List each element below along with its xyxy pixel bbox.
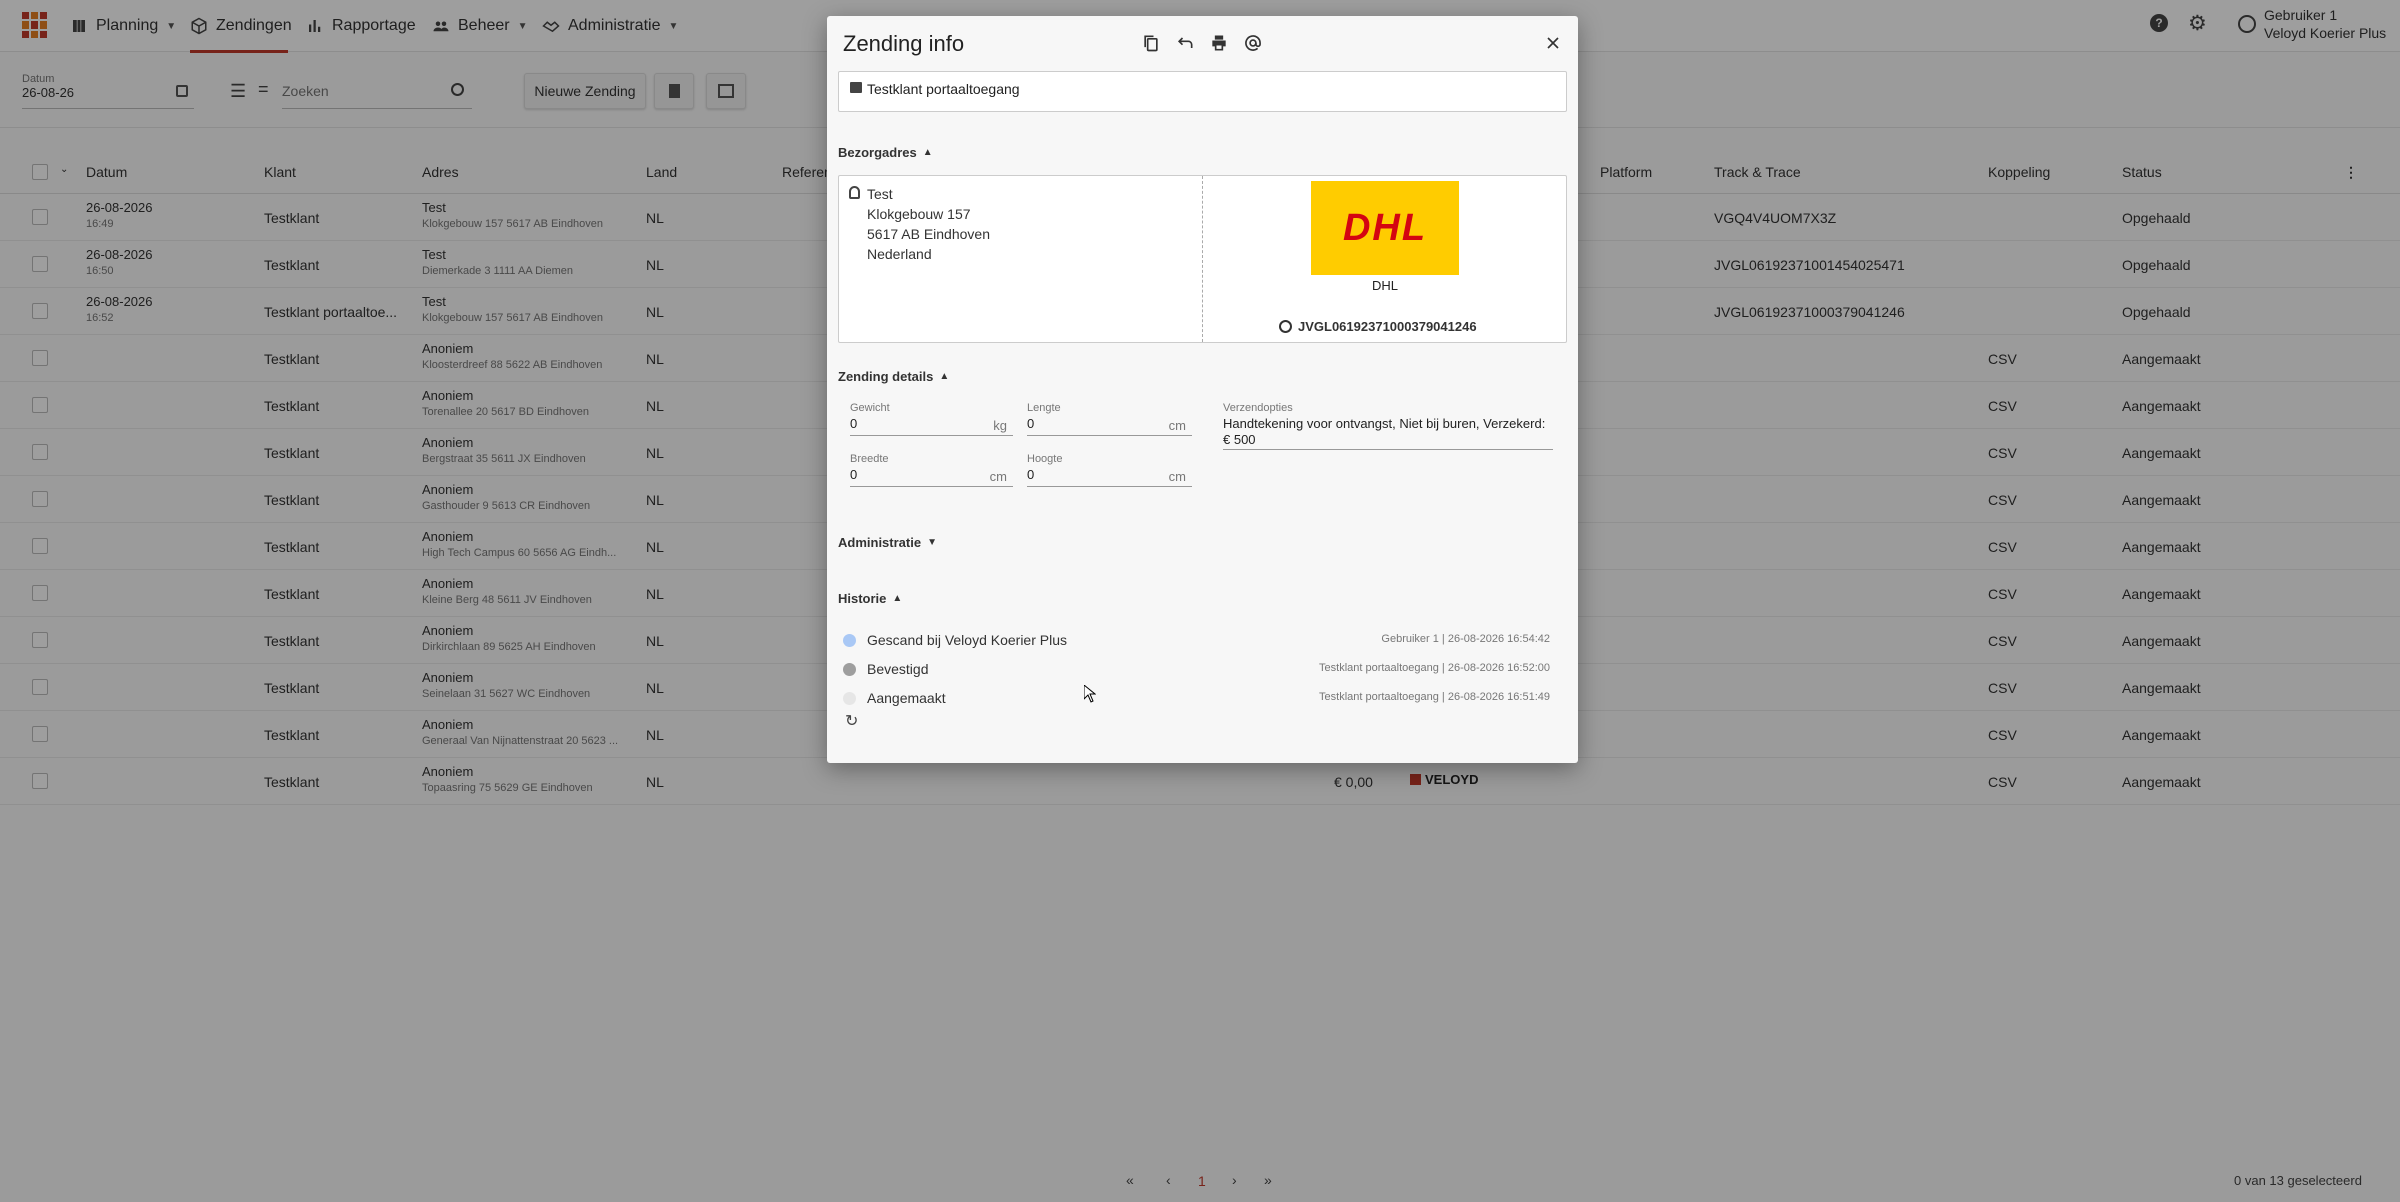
chevron-up-icon: ▲ (922, 147, 933, 158)
shipping-options-value: Handtekening voor ontvangst, Niet bij bu… (1223, 416, 1546, 447)
dhl-logo-text: DHL (1342, 206, 1428, 249)
history-meta: Testklant portaaltoegang | 26-08-2026 16… (1319, 691, 1550, 703)
weight-field[interactable]: Gewicht 0 kg (850, 402, 1013, 436)
history-text: Bevestigd (867, 661, 929, 677)
history-item: Aangemaakt Testklant portaaltoegang | 26-… (843, 687, 1563, 711)
height-value: 0 (1027, 467, 1035, 482)
history-item: Gescand bij Veloyd Koerier Plus Gebruiker… (843, 629, 1563, 653)
address-name: Test (867, 186, 893, 202)
status-dot-icon (843, 663, 856, 676)
address-section-label: Bezorgadres (838, 145, 917, 160)
client-card: Testklant portaaltoegang (838, 71, 1567, 112)
tracking-link[interactable]: JVGL06192371000379041246 (1279, 319, 1477, 334)
mouse-cursor-icon (1084, 685, 1096, 703)
length-label: Lengte (1027, 402, 1061, 414)
chevron-up-icon: ▲ (939, 371, 950, 382)
admin-section-toggle[interactable]: Administratie ▼ (838, 535, 937, 550)
return-icon[interactable] (1175, 33, 1195, 53)
dialog-title: Zending info (843, 31, 965, 56)
address-city: 5617 AB Eindhoven (867, 226, 990, 242)
height-label: Hoogte (1027, 453, 1063, 465)
status-dot-icon (843, 634, 856, 647)
history-section-label: Historie (838, 591, 887, 606)
length-value: 0 (1027, 416, 1035, 431)
details-section-toggle[interactable]: Zending details ▲ (838, 369, 949, 384)
status-dot-icon (843, 692, 856, 705)
address-street: Klokgebouw 157 (867, 206, 971, 222)
weight-unit: kg (993, 418, 1007, 433)
weight-label: Gewicht (850, 402, 890, 414)
width-value: 0 (850, 467, 858, 482)
address-card: Test Klokgebouw 157 5617 AB Eindhoven Ne… (838, 175, 1567, 343)
history-item: Bevestigd Testklant portaaltoegang | 26-0… (843, 658, 1563, 682)
weight-value: 0 (850, 416, 858, 431)
width-label: Breedte (850, 453, 889, 465)
card-divider (1202, 176, 1203, 342)
address-country: Nederland (867, 246, 932, 262)
width-field[interactable]: Breedte 0 cm (850, 453, 1013, 487)
height-field[interactable]: Hoogte 0 cm (1027, 453, 1192, 487)
address-section-toggle[interactable]: Bezorgadres ▲ (838, 145, 933, 160)
chevron-up-icon: ▲ (892, 593, 903, 604)
print-icon[interactable] (1209, 33, 1229, 53)
shipping-options-field[interactable]: Verzendopties Handtekening voor ontvangs… (1223, 402, 1553, 466)
client-name: Testklant portaaltoegang (867, 81, 1020, 97)
height-unit: cm (1168, 469, 1186, 484)
length-field[interactable]: Lengte 0 cm (1027, 402, 1192, 436)
length-unit: cm (1168, 418, 1186, 433)
chevron-down-icon: ▼ (927, 537, 937, 548)
admin-section-label: Administratie (838, 535, 922, 550)
history-meta: Gebruiker 1 | 26-08-2026 16:54:42 (1381, 633, 1550, 645)
shipping-options-label: Verzendopties (1223, 402, 1293, 414)
store-icon (850, 82, 862, 93)
tracking-number: JVGL06192371000379041246 (1298, 319, 1477, 334)
person-icon (849, 186, 860, 199)
close-icon[interactable] (1543, 33, 1563, 53)
email-at-icon[interactable] (1243, 33, 1263, 53)
dhl-logo: DHL (1311, 181, 1459, 275)
carrier-name: DHL (1371, 278, 1398, 293)
width-unit: cm (989, 469, 1007, 484)
copy-icon[interactable] (1141, 33, 1161, 53)
history-text: Aangemaakt (867, 690, 946, 706)
history-meta: Testklant portaaltoegang | 26-08-2026 16… (1319, 662, 1550, 674)
history-text: Gescand bij Veloyd Koerier Plus (867, 632, 1067, 648)
refresh-icon[interactable]: ↻ (845, 711, 858, 731)
shipment-info-dialog: Zending info Testklant portaaltoegang Be… (827, 16, 1578, 763)
globe-icon (1279, 320, 1292, 333)
history-section-toggle[interactable]: Historie ▲ (838, 591, 902, 606)
details-section-label: Zending details (838, 369, 934, 384)
